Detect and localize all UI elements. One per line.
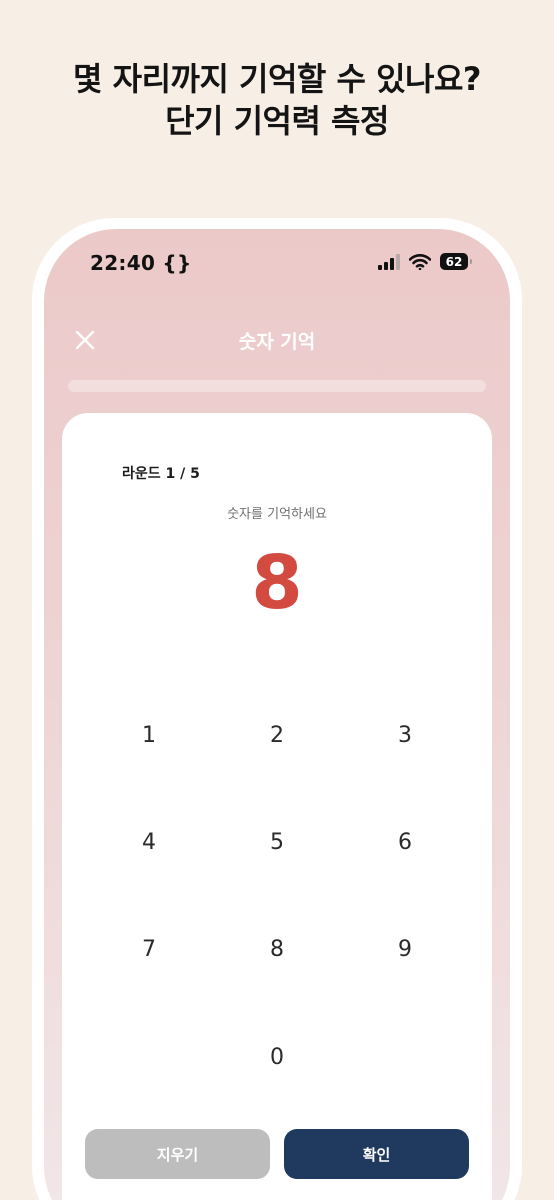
key-3[interactable]: 3	[350, 700, 460, 770]
status-icons: 62	[378, 253, 472, 270]
wifi-icon	[409, 253, 431, 270]
battery-icon: 62	[440, 253, 472, 270]
key-1[interactable]: 1	[94, 700, 204, 770]
page: 몇 자리까지 기억할 수 있나요? 단기 기억력 측정 22:40 {} 62	[0, 0, 554, 1200]
status-time: 22:40 {}	[90, 251, 192, 275]
nav-title: 숫자 기억	[238, 331, 316, 353]
key-9[interactable]: 9	[350, 914, 460, 984]
key-8[interactable]: 8	[222, 914, 332, 984]
headline-line-1: 몇 자리까지 기억할 수 있나요?	[73, 60, 481, 98]
clear-button[interactable]: 지우기	[85, 1129, 270, 1179]
key-6[interactable]: 6	[350, 807, 460, 877]
phone-screen: 22:40 {} 62 숫자 기억 라운드 1 / 5 숫자를 기억하세요 8 …	[44, 229, 510, 1200]
key-2[interactable]: 2	[222, 700, 332, 770]
headline: 몇 자리까지 기억할 수 있나요? 단기 기억력 측정	[0, 58, 554, 142]
game-card: 라운드 1 / 5 숫자를 기억하세요 8 1 2 3 4 5 6 7 8 9 …	[62, 413, 492, 1200]
key-4[interactable]: 4	[94, 807, 204, 877]
key-7[interactable]: 7	[94, 914, 204, 984]
headline-line-2: 단기 기억력 측정	[165, 102, 389, 140]
signal-bars-icon	[378, 253, 400, 270]
key-0[interactable]: 0	[222, 1022, 332, 1092]
battery-level: 62	[445, 254, 463, 269]
keypad: 1 2 3 4 5 6 7 8 9 0	[62, 413, 492, 1113]
confirm-button[interactable]: 확인	[284, 1129, 469, 1179]
progress-bar	[68, 380, 486, 392]
key-5[interactable]: 5	[222, 807, 332, 877]
